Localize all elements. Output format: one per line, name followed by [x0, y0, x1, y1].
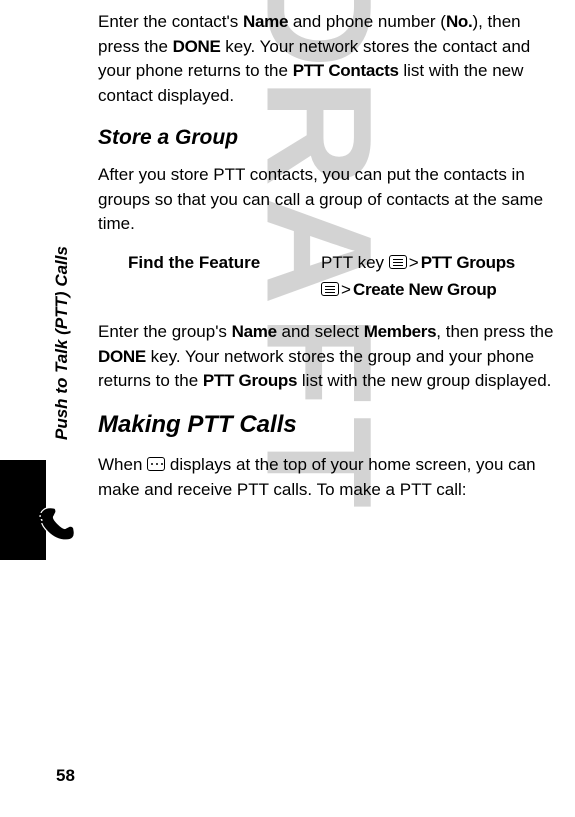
text: Enter the contact's — [98, 12, 243, 31]
text: Enter the group's — [98, 322, 232, 341]
heading-making-ptt-calls: Making PTT Calls — [98, 408, 557, 443]
heading-store-group: Store a Group — [98, 123, 557, 153]
bold-name: Name — [243, 12, 288, 31]
phone-icon — [36, 500, 80, 552]
ptt-indicator-icon — [147, 457, 165, 471]
enter-group-paragraph: Enter the group's Name and select Member… — [98, 320, 557, 394]
text: and select — [277, 322, 364, 341]
chevron-right-icon: > — [341, 280, 351, 299]
find-feature-label: Find the Feature — [128, 251, 321, 304]
bold-done: DONE — [173, 37, 221, 56]
text: list with the new group displayed. — [297, 371, 551, 390]
bold-ptt-groups: PTT Groups — [203, 371, 297, 390]
text: , then press the — [436, 322, 553, 341]
making-calls-paragraph: When displays at the top of your home sc… — [98, 453, 557, 502]
text: PTT key — [321, 253, 389, 272]
bold-ptt-groups: PTT Groups — [421, 253, 515, 272]
bold-ptt-contacts: PTT Contacts — [293, 61, 399, 80]
text: and phone number ( — [288, 12, 446, 31]
bold-no: No. — [446, 12, 472, 31]
side-section-label: Push to Talk (PTT) Calls — [50, 246, 75, 440]
intro-paragraph: Enter the contact's Name and phone numbe… — [98, 10, 557, 109]
bold-done: DONE — [98, 347, 146, 366]
page-number: 58 — [56, 764, 75, 789]
menu-key-icon — [389, 255, 407, 269]
bold-name: Name — [232, 322, 277, 341]
text: When — [98, 455, 147, 474]
store-group-paragraph: After you store PTT contacts, you can pu… — [98, 163, 557, 237]
bold-create-new-group: Create New Group — [353, 280, 497, 299]
find-feature-path: PTT key >PTT Groups >Create New Group — [321, 251, 557, 304]
chevron-right-icon: > — [409, 253, 419, 272]
find-feature-block: Find the Feature PTT key >PTT Groups >Cr… — [128, 251, 557, 304]
page-content: Enter the contact's Name and phone numbe… — [0, 0, 575, 526]
bold-members: Members — [364, 322, 437, 341]
menu-key-icon — [321, 282, 339, 296]
